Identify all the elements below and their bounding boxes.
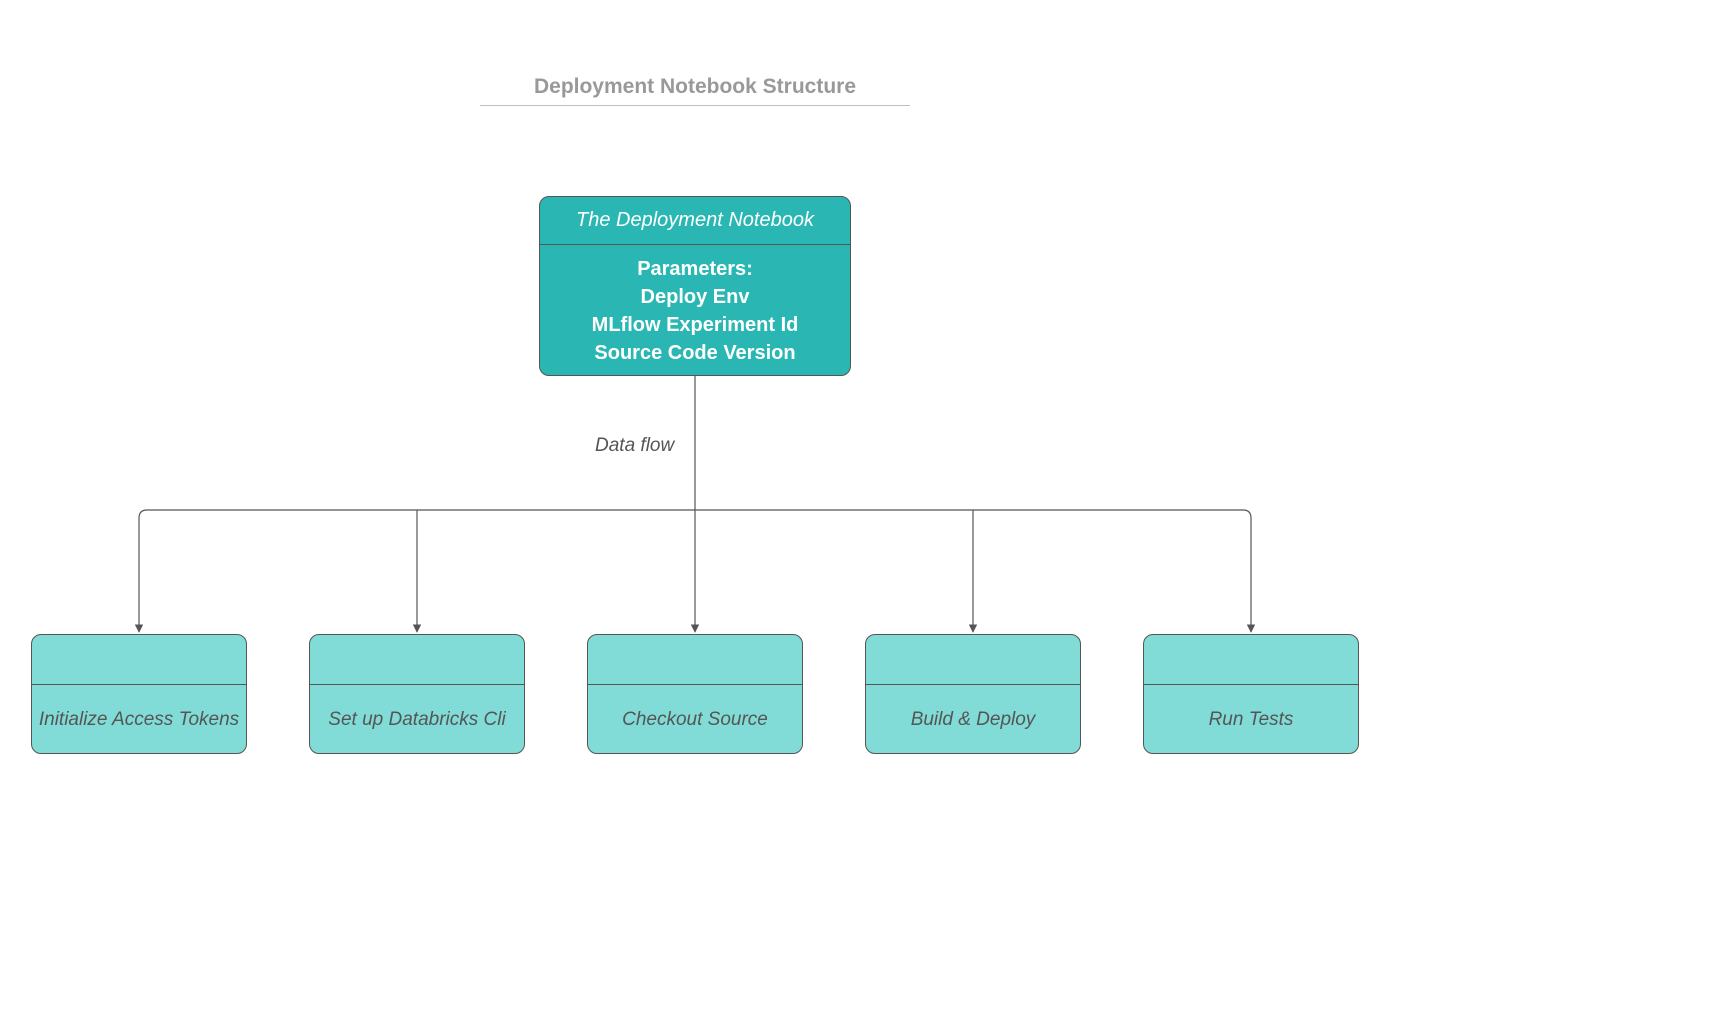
child-node-header — [1144, 635, 1358, 685]
child-node-1: Set up Databricks Cli — [309, 634, 525, 754]
main-node-deployment-notebook: The Deployment Notebook Parameters: Depl… — [539, 196, 851, 376]
params-heading: Parameters: — [540, 255, 850, 283]
connectors-svg — [0, 0, 1725, 1026]
diagram-title: Deployment Notebook Structure — [480, 75, 910, 106]
param-source-code-version: Source Code Version — [540, 339, 850, 367]
child-node-label: Run Tests — [1144, 685, 1358, 754]
main-node-title: The Deployment Notebook — [540, 197, 850, 245]
child-node-header — [588, 635, 802, 685]
child-node-label: Set up Databricks Cli — [310, 685, 524, 754]
child-node-header — [866, 635, 1080, 685]
param-mlflow-experiment-id: MLflow Experiment Id — [540, 311, 850, 339]
child-node-2: Checkout Source — [587, 634, 803, 754]
child-node-label: Checkout Source — [588, 685, 802, 754]
child-node-label: Build & Deploy — [866, 685, 1080, 754]
child-node-header — [310, 635, 524, 685]
child-node-label: Initialize Access Tokens — [32, 685, 246, 754]
edge-label-data-flow: Data flow — [595, 435, 674, 457]
main-node-body: Parameters: Deploy Env MLflow Experiment… — [540, 245, 850, 367]
child-node-4: Run Tests — [1143, 634, 1359, 754]
child-node-header — [32, 635, 246, 685]
child-node-0: Initialize Access Tokens — [31, 634, 247, 754]
child-node-3: Build & Deploy — [865, 634, 1081, 754]
param-deploy-env: Deploy Env — [540, 283, 850, 311]
